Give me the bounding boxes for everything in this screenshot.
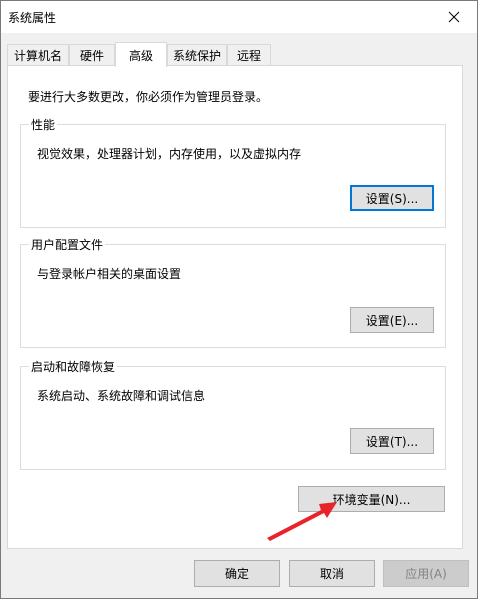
- annotation-arrow-icon: [267, 502, 337, 541]
- user-profiles-desc: 与登录帐户相关的桌面设置: [37, 267, 182, 281]
- apply-button[interactable]: 应用(A): [383, 560, 469, 587]
- window-title: 系统属性: [8, 11, 57, 25]
- system-properties-dialog: 系统属性 计算机名 硬件 高级 系统保护 远程 要进行大多数更改，你必须作为管理…: [0, 0, 478, 599]
- performance-settings-button[interactable]: 设置(S)...: [350, 185, 434, 211]
- performance-desc: 视觉效果，处理器计划，内存使用，以及虚拟内存: [37, 147, 302, 161]
- tab-remote[interactable]: 远程: [227, 44, 271, 66]
- close-icon: [448, 11, 460, 22]
- tab-advanced[interactable]: 高级: [115, 42, 167, 67]
- tab-system-protection[interactable]: 系统保护: [167, 44, 227, 66]
- startup-recovery-settings-button[interactable]: 设置(T)...: [350, 428, 434, 454]
- startup-recovery-group: 启动和故障恢复 系统启动、系统故障和调试信息 设置(T)...: [20, 358, 446, 470]
- close-button[interactable]: [431, 1, 477, 32]
- performance-group: 性能 视觉效果，处理器计划，内存使用，以及虚拟内存 设置(S)...: [20, 116, 446, 228]
- title-bar[interactable]: 系统属性: [1, 1, 477, 33]
- user-profiles-settings-button[interactable]: 设置(E)...: [350, 307, 434, 333]
- admin-note: 要进行大多数更改，你必须作为管理员登录。: [28, 90, 269, 104]
- startup-recovery-desc: 系统启动、系统故障和调试信息: [37, 389, 206, 403]
- ok-button[interactable]: 确定: [194, 560, 280, 587]
- startup-recovery-group-label: 启动和故障恢复: [29, 358, 118, 375]
- cancel-button[interactable]: 取消: [289, 560, 375, 587]
- tab-hardware[interactable]: 硬件: [69, 44, 115, 66]
- performance-group-label: 性能: [29, 116, 58, 133]
- user-profiles-group-label: 用户配置文件: [29, 236, 106, 253]
- tab-strip: 计算机名 硬件 高级 系统保护 远程: [7, 42, 447, 67]
- user-profiles-group: 用户配置文件 与登录帐户相关的桌面设置 设置(E)...: [20, 236, 446, 348]
- tab-computer-name[interactable]: 计算机名: [7, 44, 69, 66]
- advanced-tab-panel: 要进行大多数更改，你必须作为管理员登录。 性能 视觉效果，处理器计划，内存使用，…: [7, 65, 463, 549]
